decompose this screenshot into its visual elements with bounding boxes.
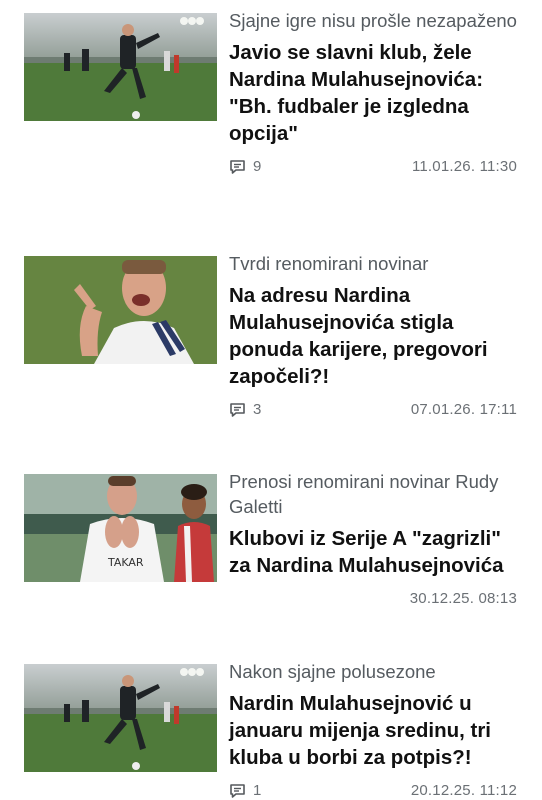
article-thumbnail[interactable] (24, 664, 217, 772)
article-title[interactable]: Nardin Mulahusejnović u januaru mijenja … (229, 690, 521, 771)
article-thumbnail[interactable] (24, 13, 217, 121)
comment-icon (230, 402, 245, 417)
football-match-photo (24, 13, 217, 121)
article-date: 20.12.25. 11:12 (410, 782, 517, 799)
article-feed: Sjajne igre nisu prošle nezapaženo Javio… (0, 0, 542, 800)
comments-link[interactable]: 1 (229, 782, 261, 799)
article-text: Nakon sjajne polusezone Nardin Mulahusej… (229, 659, 521, 800)
article-kicker: Nakon sjajne polusezone (229, 661, 436, 682)
article-title[interactable]: Javio se slavni klub, žele Nardina Mulah… (229, 39, 521, 147)
comment-count: 1 (253, 782, 262, 799)
player-celebrating-photo (24, 256, 217, 364)
article-thumbnail[interactable]: TAKAR (24, 474, 217, 582)
comment-icon (230, 159, 245, 174)
article-text: Tvrdi renomirani novinar Na adresu Nardi… (229, 251, 521, 423)
players-clapping-photo: TAKAR (24, 474, 217, 582)
article-text: Prenosi renomirani novinar Rudy Galetti … (229, 469, 521, 612)
article-kicker: Prenosi renomirani novinar Rudy Galetti (229, 471, 499, 517)
article-kicker: Sjajne igre nisu prošle nezapaženo (229, 10, 517, 31)
comment-icon (230, 783, 245, 798)
comment-count: 3 (253, 401, 262, 418)
article-meta: 9 11.01.26. 11:30 (229, 156, 521, 180)
article-thumbnail[interactable] (24, 256, 217, 364)
comment-count: 9 (253, 158, 262, 175)
comments-link[interactable]: 9 (229, 158, 261, 175)
article-date: 11.01.26. 11:30 (411, 158, 517, 175)
football-match-photo (24, 664, 217, 772)
article-kicker: Tvrdi renomirani novinar (229, 253, 429, 274)
article-meta: 1 20.12.25. 11:12 (229, 780, 521, 800)
article-meta: 3 07.01.26. 17:11 (229, 399, 521, 423)
article-meta: 30.12.25. 08:13 (229, 588, 521, 612)
article-date: 07.01.26. 17:11 (410, 401, 517, 418)
article-text: Sjajne igre nisu prošle nezapaženo Javio… (229, 8, 521, 180)
article-date: 30.12.25. 08:13 (409, 590, 517, 607)
comments-link[interactable]: 3 (229, 401, 261, 418)
article-title[interactable]: Na adresu Nardina Mulahusejnovića stigla… (229, 282, 521, 390)
article-title[interactable]: Klubovi iz Serije A "zagrizli" za Nardin… (229, 525, 521, 579)
svg-text:TAKAR: TAKAR (107, 556, 144, 569)
